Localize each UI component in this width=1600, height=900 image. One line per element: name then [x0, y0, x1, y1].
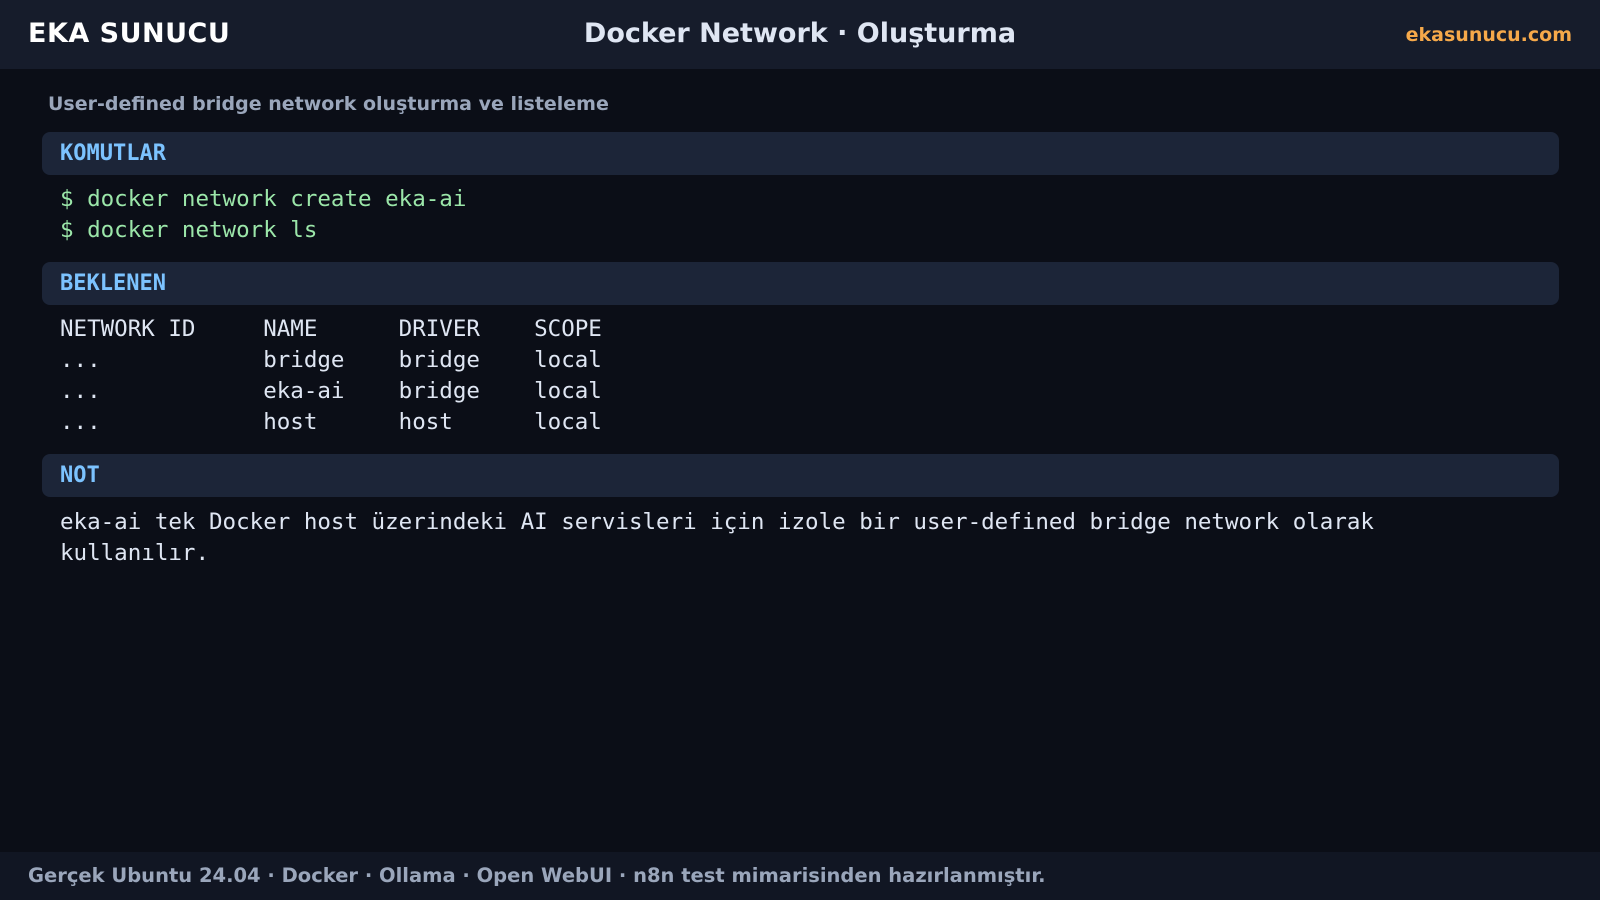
section-label-expected: BEKLENEN: [60, 271, 166, 296]
footer-bar: Gerçek Ubuntu 24.04 · Docker · Ollama · …: [0, 852, 1600, 900]
section-header-expected: BEKLENEN: [42, 262, 1559, 305]
page-title: Docker Network · Oluşturma: [583, 18, 1017, 49]
output-row: ... bridge bridge local: [60, 347, 602, 373]
commands-block: $ docker network create eka-ai $ docker n…: [60, 184, 466, 246]
site-link[interactable]: ekasunucu.com: [1406, 23, 1572, 47]
section-label-commands: KOMUTLAR: [60, 141, 166, 166]
output-row: ... host host local: [60, 409, 602, 435]
section-header-commands: KOMUTLAR: [42, 132, 1559, 175]
expected-output-block: NETWORK ID NAME DRIVER SCOPE ... bridge b…: [60, 314, 602, 438]
section-label-note: NOT: [60, 463, 100, 488]
footer-text: Gerçek Ubuntu 24.04 · Docker · Ollama · …: [28, 864, 1046, 887]
page-subtitle: User-defined bridge network oluşturma ve…: [48, 93, 609, 115]
output-header-row: NETWORK ID NAME DRIVER SCOPE: [60, 316, 602, 342]
top-bar: EKA SUNUCU Docker Network · Oluşturma ek…: [0, 0, 1600, 69]
command-line: $ docker network ls: [60, 217, 318, 243]
section-header-note: NOT: [42, 454, 1559, 497]
note-text: eka-ai tek Docker host üzerindeki AI ser…: [60, 509, 1374, 566]
output-row: ... eka-ai bridge local: [60, 378, 602, 404]
command-line: $ docker network create eka-ai: [60, 186, 467, 212]
